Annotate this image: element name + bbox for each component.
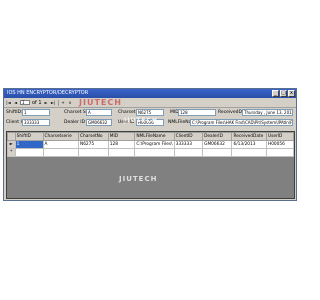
column-header[interactable]: ReceivedDate (231, 132, 267, 141)
column-header[interactable]: ClientID (173, 132, 204, 141)
table-cell[interactable] (134, 148, 175, 157)
next-record-icon[interactable]: ► (44, 100, 49, 105)
mid-field[interactable]: 128 (178, 109, 216, 116)
table-cell[interactable] (173, 148, 204, 157)
previous-record-icon[interactable]: ◄ (13, 100, 18, 105)
close-button[interactable]: x (288, 90, 295, 97)
charset-no-field[interactable]: N6275 (136, 109, 164, 116)
title-bar: IOS HN ENCRYPTOR/DECRYPTOR _ □ x (4, 89, 296, 98)
table-cell[interactable]: N6275 (77, 140, 109, 149)
table-cell[interactable]: 6/13/2013 (231, 140, 267, 149)
table-cell[interactable]: C:\Program Files\ (134, 140, 175, 149)
row-header-corner (7, 132, 16, 141)
table-cell[interactable] (202, 148, 233, 157)
record-count: of 1 (32, 99, 42, 106)
new-table-row[interactable]: * (7, 148, 294, 157)
toolbar-separator (57, 99, 59, 106)
records-table: ShiftID Charsetserie CharsetNo MID NMLFi… (7, 132, 294, 157)
table-cell[interactable]: H00056 (265, 140, 294, 149)
table-cell[interactable]: GM06632 (202, 140, 233, 149)
table-cell[interactable]: 1 (14, 140, 44, 149)
table-cell[interactable] (231, 148, 267, 157)
table-cell[interactable] (14, 148, 44, 157)
table-cell[interactable]: 128 (107, 140, 136, 149)
navigator-toolbar: |◄ ◄ 1 of 1 ► ►| + x (4, 98, 296, 108)
dealer-id-label: Dealer ID (64, 120, 86, 125)
received-date-field[interactable]: Thursday , June 13, 2013 (242, 109, 293, 116)
new-row-marker: * (7, 148, 16, 157)
watermark-bottom: JIUTECH (119, 175, 158, 183)
app-window: IOS HN ENCRYPTOR/DECRYPTOR _ □ x |◄ ◄ 1 … (3, 88, 297, 201)
column-header[interactable]: ShiftID (14, 132, 44, 141)
table-cell[interactable] (42, 148, 79, 157)
nml-file-name-field[interactable]: C:\Program Files\HAK Find\CAD\Pit\System… (190, 119, 293, 126)
column-header[interactable]: MID (107, 132, 136, 141)
table-cell[interactable] (107, 148, 136, 157)
first-record-icon[interactable]: |◄ (6, 100, 11, 105)
watermark-mid: JIUTECH (124, 117, 158, 124)
table-cell[interactable]: A (42, 140, 79, 149)
charset-serie-field[interactable]: A (86, 109, 112, 116)
column-header[interactable]: CharsetNo (77, 132, 109, 141)
table-cell[interactable]: 333333 (173, 140, 204, 149)
records-grid[interactable]: ShiftID Charsetserie CharsetNo MID NMLFi… (6, 131, 295, 199)
shift-id-label: ShiftID: (6, 110, 23, 115)
delete-record-icon[interactable]: x (68, 100, 73, 105)
last-record-icon[interactable]: ►| (51, 100, 56, 105)
column-header[interactable]: DealerID (202, 132, 233, 141)
current-row-marker: ► (7, 140, 16, 149)
client-id-field[interactable]: 333333 (22, 119, 50, 126)
dealer-id-field[interactable]: GM06632 (86, 119, 112, 126)
record-position-input[interactable]: 1 (20, 100, 30, 105)
shift-id-field[interactable]: 1 (22, 109, 50, 116)
window-title: IOS HN ENCRYPTOR/DECRYPTOR (7, 90, 89, 96)
column-header[interactable]: NMLFileName (134, 132, 175, 141)
maximize-button[interactable]: □ (280, 90, 287, 97)
table-cell[interactable] (265, 148, 294, 157)
add-record-icon[interactable]: + (61, 100, 66, 105)
column-header[interactable]: UserID (265, 132, 294, 141)
watermark-top: JIUTECH (79, 98, 122, 107)
column-header[interactable]: Charsetserie (42, 132, 79, 141)
grid-header-row: ShiftID Charsetserie CharsetNo MID NMLFi… (7, 132, 294, 141)
table-row[interactable]: ► 1 A N6275 128 C:\Program Files\ 333333… (7, 140, 294, 149)
table-cell[interactable] (77, 148, 109, 157)
minimize-button[interactable]: _ (272, 90, 279, 97)
